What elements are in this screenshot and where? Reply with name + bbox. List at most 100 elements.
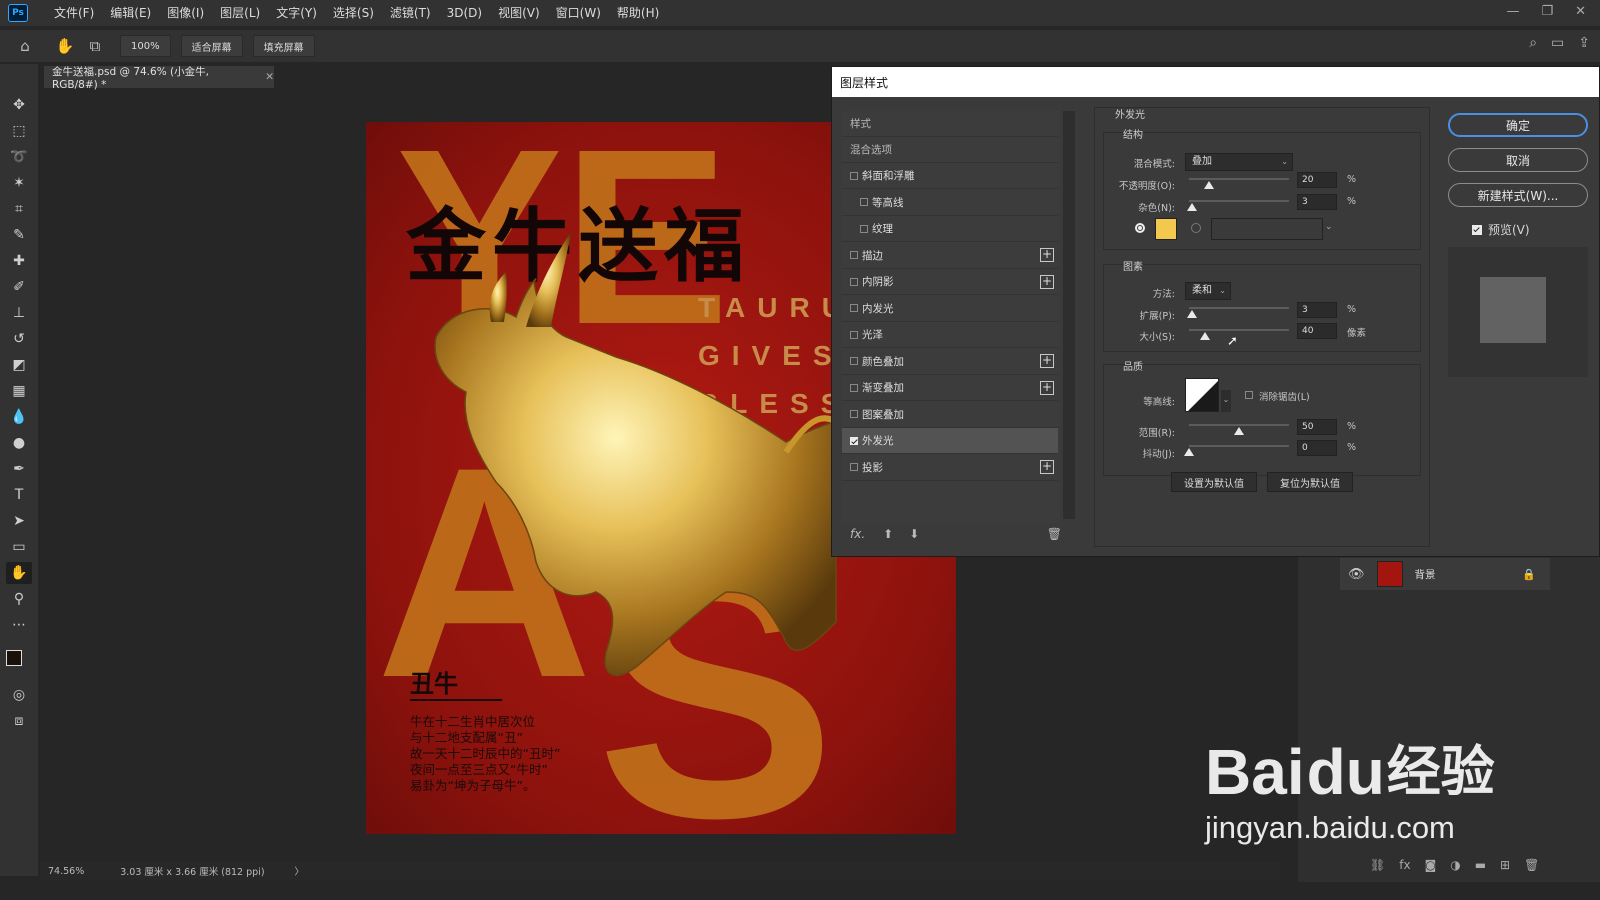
- fx-menu-icon[interactable]: fx.: [850, 527, 865, 541]
- spread-slider-thumb[interactable]: [1187, 310, 1197, 318]
- menu-item[interactable]: 文件(F): [46, 0, 102, 26]
- style-item[interactable]: 纹理: [842, 216, 1058, 242]
- more-tools-icon[interactable]: ⋯: [6, 614, 32, 636]
- range-slider-thumb[interactable]: [1234, 427, 1244, 435]
- size-input[interactable]: 40: [1297, 323, 1337, 339]
- add-instance-icon[interactable]: +: [1040, 274, 1054, 289]
- style-item[interactable]: 外发光: [842, 428, 1058, 454]
- glow-gradient-swatch[interactable]: [1211, 218, 1323, 240]
- style-checkbox[interactable]: [850, 463, 858, 471]
- stamp-tool-icon[interactable]: ⊥: [6, 302, 32, 324]
- eyedropper-tool-icon[interactable]: ✎: [6, 224, 32, 246]
- ok-button[interactable]: 确定: [1448, 113, 1588, 137]
- eraser-tool-icon[interactable]: ◩: [6, 354, 32, 376]
- noise-slider-thumb[interactable]: [1187, 203, 1197, 211]
- jitter-input[interactable]: 0: [1297, 440, 1337, 456]
- menu-item[interactable]: 选择(S): [325, 0, 382, 26]
- gradient-tool-icon[interactable]: ▦: [6, 380, 32, 402]
- screen-mode-icon[interactable]: ⧈: [6, 710, 32, 732]
- dodge-tool-icon[interactable]: ●: [6, 432, 32, 454]
- range-slider[interactable]: [1189, 424, 1289, 426]
- jitter-slider[interactable]: [1189, 445, 1289, 447]
- style-checkbox[interactable]: [860, 198, 868, 206]
- opacity-input[interactable]: 20: [1297, 172, 1337, 188]
- preview-checkbox[interactable]: [1472, 224, 1482, 235]
- new-group-icon[interactable]: ▬: [1475, 858, 1486, 872]
- technique-select[interactable]: 柔和 ⌄: [1185, 282, 1231, 300]
- pen-tool-icon[interactable]: ✒: [6, 458, 32, 480]
- style-item[interactable]: 内发光: [842, 296, 1058, 322]
- fit-screen-button[interactable]: 适合屏幕: [180, 35, 243, 57]
- move-up-icon[interactable]: ⬆: [883, 527, 893, 541]
- move-tool-icon[interactable]: ✥: [6, 94, 32, 116]
- spread-input[interactable]: 3: [1297, 302, 1337, 318]
- style-item[interactable]: 描边 +: [842, 243, 1058, 269]
- make-default-button[interactable]: 设置为默认值: [1171, 472, 1257, 492]
- add-instance-icon[interactable]: +: [1040, 460, 1054, 474]
- new-style-button[interactable]: 新建样式(W)...: [1448, 183, 1588, 207]
- gradient-radio[interactable]: [1191, 223, 1201, 233]
- style-item[interactable]: 内阴影 +: [842, 269, 1058, 295]
- adjustment-layer-icon[interactable]: ◑: [1450, 858, 1460, 872]
- magic-wand-tool-icon[interactable]: ✶: [6, 172, 32, 194]
- document-tab[interactable]: 金牛送福.psd @ 74.6% (小金牛, RGB/8#) * ✕: [44, 66, 274, 91]
- link-layers-icon[interactable]: ⛓: [1370, 858, 1385, 872]
- share-icon[interactable]: ⇪: [1578, 35, 1590, 51]
- style-checkbox[interactable]: [850, 383, 858, 392]
- style-checkbox[interactable]: [850, 304, 858, 312]
- dialog-titlebar[interactable]: 图层样式: [832, 67, 1599, 97]
- history-brush-tool-icon[interactable]: ↺: [6, 328, 32, 350]
- style-item[interactable]: 投影 +: [842, 455, 1058, 481]
- move-down-icon[interactable]: ⬇: [909, 527, 919, 541]
- marquee-tool-icon[interactable]: ⬚: [6, 120, 32, 142]
- gradient-chevron-icon[interactable]: ⌄: [1325, 222, 1333, 232]
- antialias-checkbox[interactable]: [1245, 391, 1253, 399]
- add-instance-icon[interactable]: +: [1040, 248, 1054, 262]
- menu-item[interactable]: 帮助(H): [609, 0, 667, 26]
- style-checkbox[interactable]: [850, 251, 858, 259]
- zoom-level[interactable]: 74.56%: [48, 866, 84, 877]
- menu-item[interactable]: 文字(Y): [268, 0, 325, 26]
- add-instance-icon[interactable]: +: [1040, 354, 1054, 368]
- close-window-icon[interactable]: ✕: [1575, 4, 1586, 19]
- close-tab-icon[interactable]: ✕: [265, 71, 274, 83]
- contour-dropdown-icon[interactable]: ⌄: [1221, 390, 1231, 412]
- healing-tool-icon[interactable]: ✚: [6, 250, 32, 272]
- lasso-tool-icon[interactable]: ➰: [6, 146, 32, 168]
- zoom-100-button[interactable]: 100%: [120, 35, 171, 57]
- style-checkbox[interactable]: [850, 436, 858, 445]
- delete-layer-icon[interactable]: 🗑: [1524, 858, 1539, 872]
- add-mask-icon[interactable]: ◙: [1425, 858, 1437, 872]
- style-item[interactable]: 渐变叠加 +: [842, 375, 1058, 401]
- styles-header[interactable]: 样式: [842, 111, 1058, 137]
- opacity-slider[interactable]: [1189, 178, 1289, 180]
- home-icon[interactable]: ⌂: [14, 35, 36, 57]
- cancel-button[interactable]: 取消: [1448, 148, 1588, 172]
- menu-item[interactable]: 滤镜(T): [382, 0, 439, 26]
- style-checkbox[interactable]: [850, 171, 858, 180]
- minimize-icon[interactable]: —: [1506, 4, 1519, 19]
- blur-tool-icon[interactable]: 💧: [6, 406, 32, 428]
- menu-item[interactable]: 图像(I): [159, 0, 212, 26]
- styles-list-scrollbar[interactable]: [1063, 111, 1075, 519]
- path-selection-tool-icon[interactable]: ➤: [6, 510, 32, 532]
- style-item[interactable]: 图案叠加: [842, 402, 1058, 428]
- quick-mask-icon[interactable]: ◎: [6, 684, 32, 706]
- style-checkbox[interactable]: [850, 277, 858, 286]
- add-instance-icon[interactable]: +: [1040, 380, 1054, 395]
- fx-icon[interactable]: fx: [1399, 858, 1410, 872]
- style-checkbox[interactable]: [850, 330, 858, 339]
- menu-item[interactable]: 窗口(W): [548, 0, 609, 26]
- size-slider[interactable]: [1189, 329, 1289, 331]
- search-icon[interactable]: ⌕: [1529, 35, 1537, 51]
- menu-item[interactable]: 编辑(E): [102, 0, 159, 26]
- restore-icon[interactable]: ❐: [1541, 4, 1553, 19]
- range-input[interactable]: 50: [1297, 419, 1337, 435]
- style-checkbox[interactable]: [850, 410, 858, 418]
- style-checkbox[interactable]: [850, 357, 858, 365]
- spread-slider[interactable]: [1189, 307, 1289, 309]
- noise-input[interactable]: 3: [1297, 194, 1337, 210]
- crop-tool-icon[interactable]: ⌗: [6, 198, 32, 220]
- preview-toggle[interactable]: 预览(V): [1472, 221, 1530, 238]
- foreground-color-swatch[interactable]: [6, 650, 22, 666]
